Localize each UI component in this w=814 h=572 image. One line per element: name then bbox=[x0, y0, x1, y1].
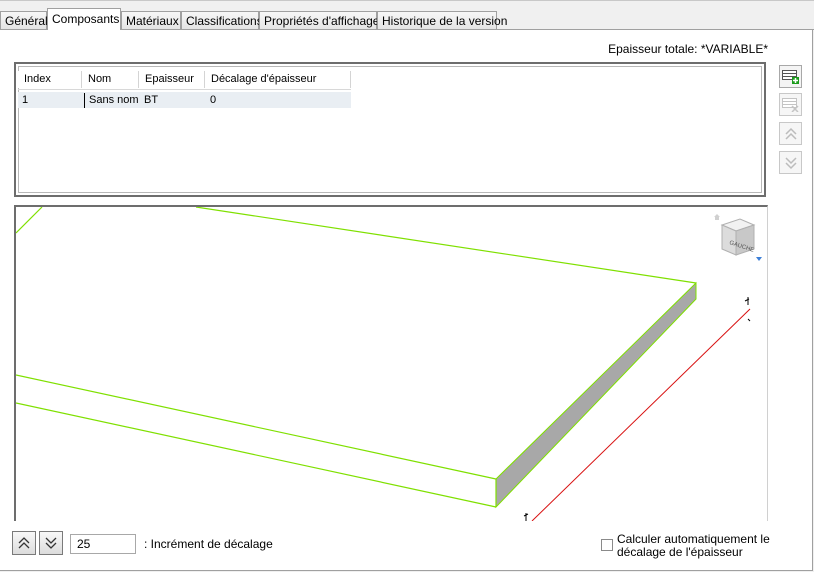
double-chevron-down-icon bbox=[45, 537, 57, 549]
home-icon[interactable] bbox=[714, 214, 720, 220]
offset-increment-label: : Incrément de décalage bbox=[144, 537, 273, 551]
move-down-button[interactable] bbox=[779, 151, 802, 174]
cell-decalage[interactable]: 0 bbox=[206, 93, 351, 108]
tab-strip: Général Composants Matériaux Classificat… bbox=[0, 0, 814, 30]
double-chevron-up-icon bbox=[18, 537, 30, 549]
slab-edge-front-bottom bbox=[16, 402, 497, 508]
slab-edge-left bbox=[16, 207, 43, 234]
tab-composants[interactable]: Composants bbox=[47, 8, 121, 30]
add-component-button[interactable] bbox=[779, 65, 802, 88]
remove-component-icon bbox=[782, 98, 799, 112]
total-thickness-label: Epaisseur totale: *VARIABLE* bbox=[608, 42, 768, 56]
decrease-offset-button[interactable] bbox=[39, 531, 63, 555]
column-header-nom[interactable]: Nom bbox=[82, 71, 139, 88]
slab-edge-back bbox=[195, 207, 697, 284]
move-down-icon bbox=[784, 156, 797, 169]
tab-proprietes-affichage[interactable]: Propriétés d'affichage bbox=[259, 11, 379, 29]
cell-index[interactable]: 1 bbox=[18, 93, 82, 108]
header-separator bbox=[18, 89, 351, 90]
remove-component-button[interactable] bbox=[779, 93, 802, 116]
cell-epaisseur[interactable]: BT bbox=[140, 93, 205, 108]
column-header-epaisseur[interactable]: Epaisseur bbox=[139, 71, 205, 88]
auto-offset-label[interactable]: Calculer automatiquement le décalage de … bbox=[617, 533, 807, 559]
tab-general[interactable]: Général bbox=[0, 11, 48, 29]
cell-nom[interactable]: Sans nom bbox=[84, 93, 139, 108]
axis-markers bbox=[523, 297, 751, 521]
column-header-decalage[interactable]: Décalage d'épaisseur bbox=[205, 71, 351, 88]
viewcube-menu-icon[interactable] bbox=[756, 257, 762, 261]
tab-materiaux[interactable]: Matériaux bbox=[121, 11, 181, 29]
offset-increment-input[interactable]: 25 bbox=[70, 534, 136, 554]
move-up-icon bbox=[784, 127, 797, 140]
slab-edge-front-top bbox=[16, 374, 497, 480]
move-up-button[interactable] bbox=[779, 122, 802, 145]
auto-offset-checkbox[interactable] bbox=[601, 539, 613, 551]
tab-classifications[interactable]: Classifications bbox=[181, 11, 263, 29]
viewcube[interactable]: GAUCHE bbox=[708, 211, 762, 263]
slab-side-face bbox=[495, 281, 697, 509]
column-header-index[interactable]: Index bbox=[18, 71, 82, 88]
add-component-icon bbox=[782, 70, 799, 84]
preview-viewport[interactable]: GAUCHE bbox=[14, 205, 768, 521]
increase-offset-button[interactable] bbox=[12, 531, 36, 555]
slab-preview-drawing bbox=[16, 207, 751, 521]
tab-historique-version[interactable]: Historique de la version bbox=[377, 11, 507, 29]
